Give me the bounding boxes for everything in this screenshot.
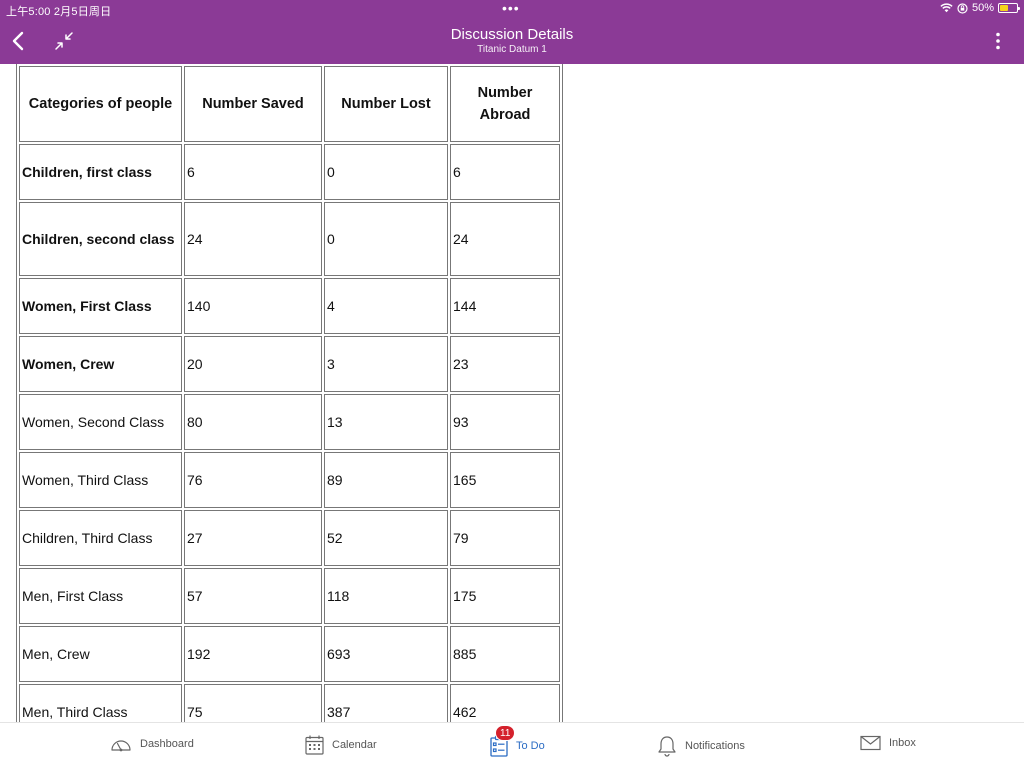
table-header-row: Categories of people Number Saved Number… [19, 66, 560, 142]
category-cell: Women, Crew [19, 336, 182, 392]
tab-label: Calendar [332, 739, 377, 751]
abroad-cell: 144 [450, 278, 560, 334]
saved-cell: 20 [184, 336, 322, 392]
saved-cell: 140 [184, 278, 322, 334]
table-row: Women, Third Class 76 89 165 [19, 452, 560, 508]
more-vertical-icon [996, 32, 1000, 50]
bell-icon [657, 735, 677, 757]
table-row: Men, Third Class 75 387 462 [19, 684, 560, 722]
saved-cell: 6 [184, 144, 322, 200]
category-cell: Children, second class [19, 202, 182, 276]
saved-cell: 27 [184, 510, 322, 566]
saved-cell: 75 [184, 684, 322, 722]
dashboard-gauge-icon [110, 735, 132, 753]
lost-cell: 52 [324, 510, 448, 566]
lost-cell: 118 [324, 568, 448, 624]
app-header: 上午5:00 2月5日周日 ••• 50% Discussion Details… [0, 0, 1024, 64]
abroad-cell: 175 [450, 568, 560, 624]
lost-cell: 89 [324, 452, 448, 508]
column-header: Number Abroad [450, 66, 560, 142]
tab-label: Notifications [685, 740, 745, 752]
table-row: Children, first class 6 0 6 [19, 144, 560, 200]
tab-notifications[interactable]: Notifications [657, 735, 745, 757]
saved-cell: 192 [184, 626, 322, 682]
category-cell: Women, Third Class [19, 452, 182, 508]
orientation-lock-icon [957, 2, 968, 14]
lost-cell: 3 [324, 336, 448, 392]
category-cell: Children, first class [19, 144, 182, 200]
table-row: Children, Third Class 27 52 79 [19, 510, 560, 566]
page-subtitle: Titanic Datum 1 [477, 44, 547, 55]
todo-list-icon: 11 [490, 725, 516, 757]
tab-label: Dashboard [140, 738, 194, 750]
battery-icon [998, 3, 1020, 13]
tab-inbox[interactable]: Inbox [860, 735, 916, 751]
column-header: Number Lost [324, 66, 448, 142]
table-row: Women, Second Class 80 13 93 [19, 394, 560, 450]
bottom-tab-bar: Dashboard Calendar 11 To Do Notification… [0, 722, 1024, 768]
category-cell: Women, Second Class [19, 394, 182, 450]
abroad-cell: 462 [450, 684, 560, 722]
abroad-cell: 6 [450, 144, 560, 200]
tab-label: To Do [516, 740, 545, 752]
saved-cell: 80 [184, 394, 322, 450]
wifi-icon [940, 3, 953, 13]
abroad-cell: 24 [450, 202, 560, 276]
discussion-content[interactable]: Categories of people Number Saved Number… [0, 64, 1024, 722]
table-row: Women, Crew 20 3 23 [19, 336, 560, 392]
tab-dashboard[interactable]: Dashboard [110, 735, 194, 753]
tab-label: Inbox [889, 737, 916, 749]
table-row: Women, First Class 140 4 144 [19, 278, 560, 334]
lost-cell: 387 [324, 684, 448, 722]
lost-cell: 0 [324, 144, 448, 200]
titanic-data-table: Categories of people Number Saved Number… [16, 64, 563, 722]
abroad-cell: 23 [450, 336, 560, 392]
column-header: Number Saved [184, 66, 322, 142]
saved-cell: 57 [184, 568, 322, 624]
abroad-cell: 79 [450, 510, 560, 566]
abroad-cell: 165 [450, 452, 560, 508]
table-row: Children, second class 24 0 24 [19, 202, 560, 276]
multitask-dots[interactable]: ••• [502, 1, 520, 15]
calendar-icon [305, 735, 324, 755]
abroad-cell: 93 [450, 394, 560, 450]
status-indicators: 50% [940, 2, 1020, 14]
lost-cell: 13 [324, 394, 448, 450]
saved-cell: 24 [184, 202, 322, 276]
category-cell: Men, Third Class [19, 684, 182, 722]
column-header: Categories of people [19, 66, 182, 142]
category-cell: Women, First Class [19, 278, 182, 334]
status-time-date: 上午5:00 2月5日周日 [6, 6, 112, 18]
table-row: Men, First Class 57 118 175 [19, 568, 560, 624]
envelope-icon [860, 735, 881, 751]
saved-cell: 76 [184, 452, 322, 508]
more-options-button[interactable] [990, 28, 1006, 54]
category-cell: Children, Third Class [19, 510, 182, 566]
tab-todo[interactable]: 11 To Do [490, 725, 545, 757]
header-title-block: Discussion Details Titanic Datum 1 [0, 26, 1024, 56]
lost-cell: 0 [324, 202, 448, 276]
lost-cell: 693 [324, 626, 448, 682]
lost-cell: 4 [324, 278, 448, 334]
battery-level [1000, 5, 1008, 11]
category-cell: Men, First Class [19, 568, 182, 624]
table-row: Men, Crew 192 693 885 [19, 626, 560, 682]
tab-calendar[interactable]: Calendar [305, 735, 377, 755]
category-cell: Men, Crew [19, 626, 182, 682]
page-title: Discussion Details [450, 26, 574, 43]
battery-percent: 50% [971, 2, 994, 14]
abroad-cell: 885 [450, 626, 560, 682]
todo-count-badge: 11 [495, 725, 516, 741]
